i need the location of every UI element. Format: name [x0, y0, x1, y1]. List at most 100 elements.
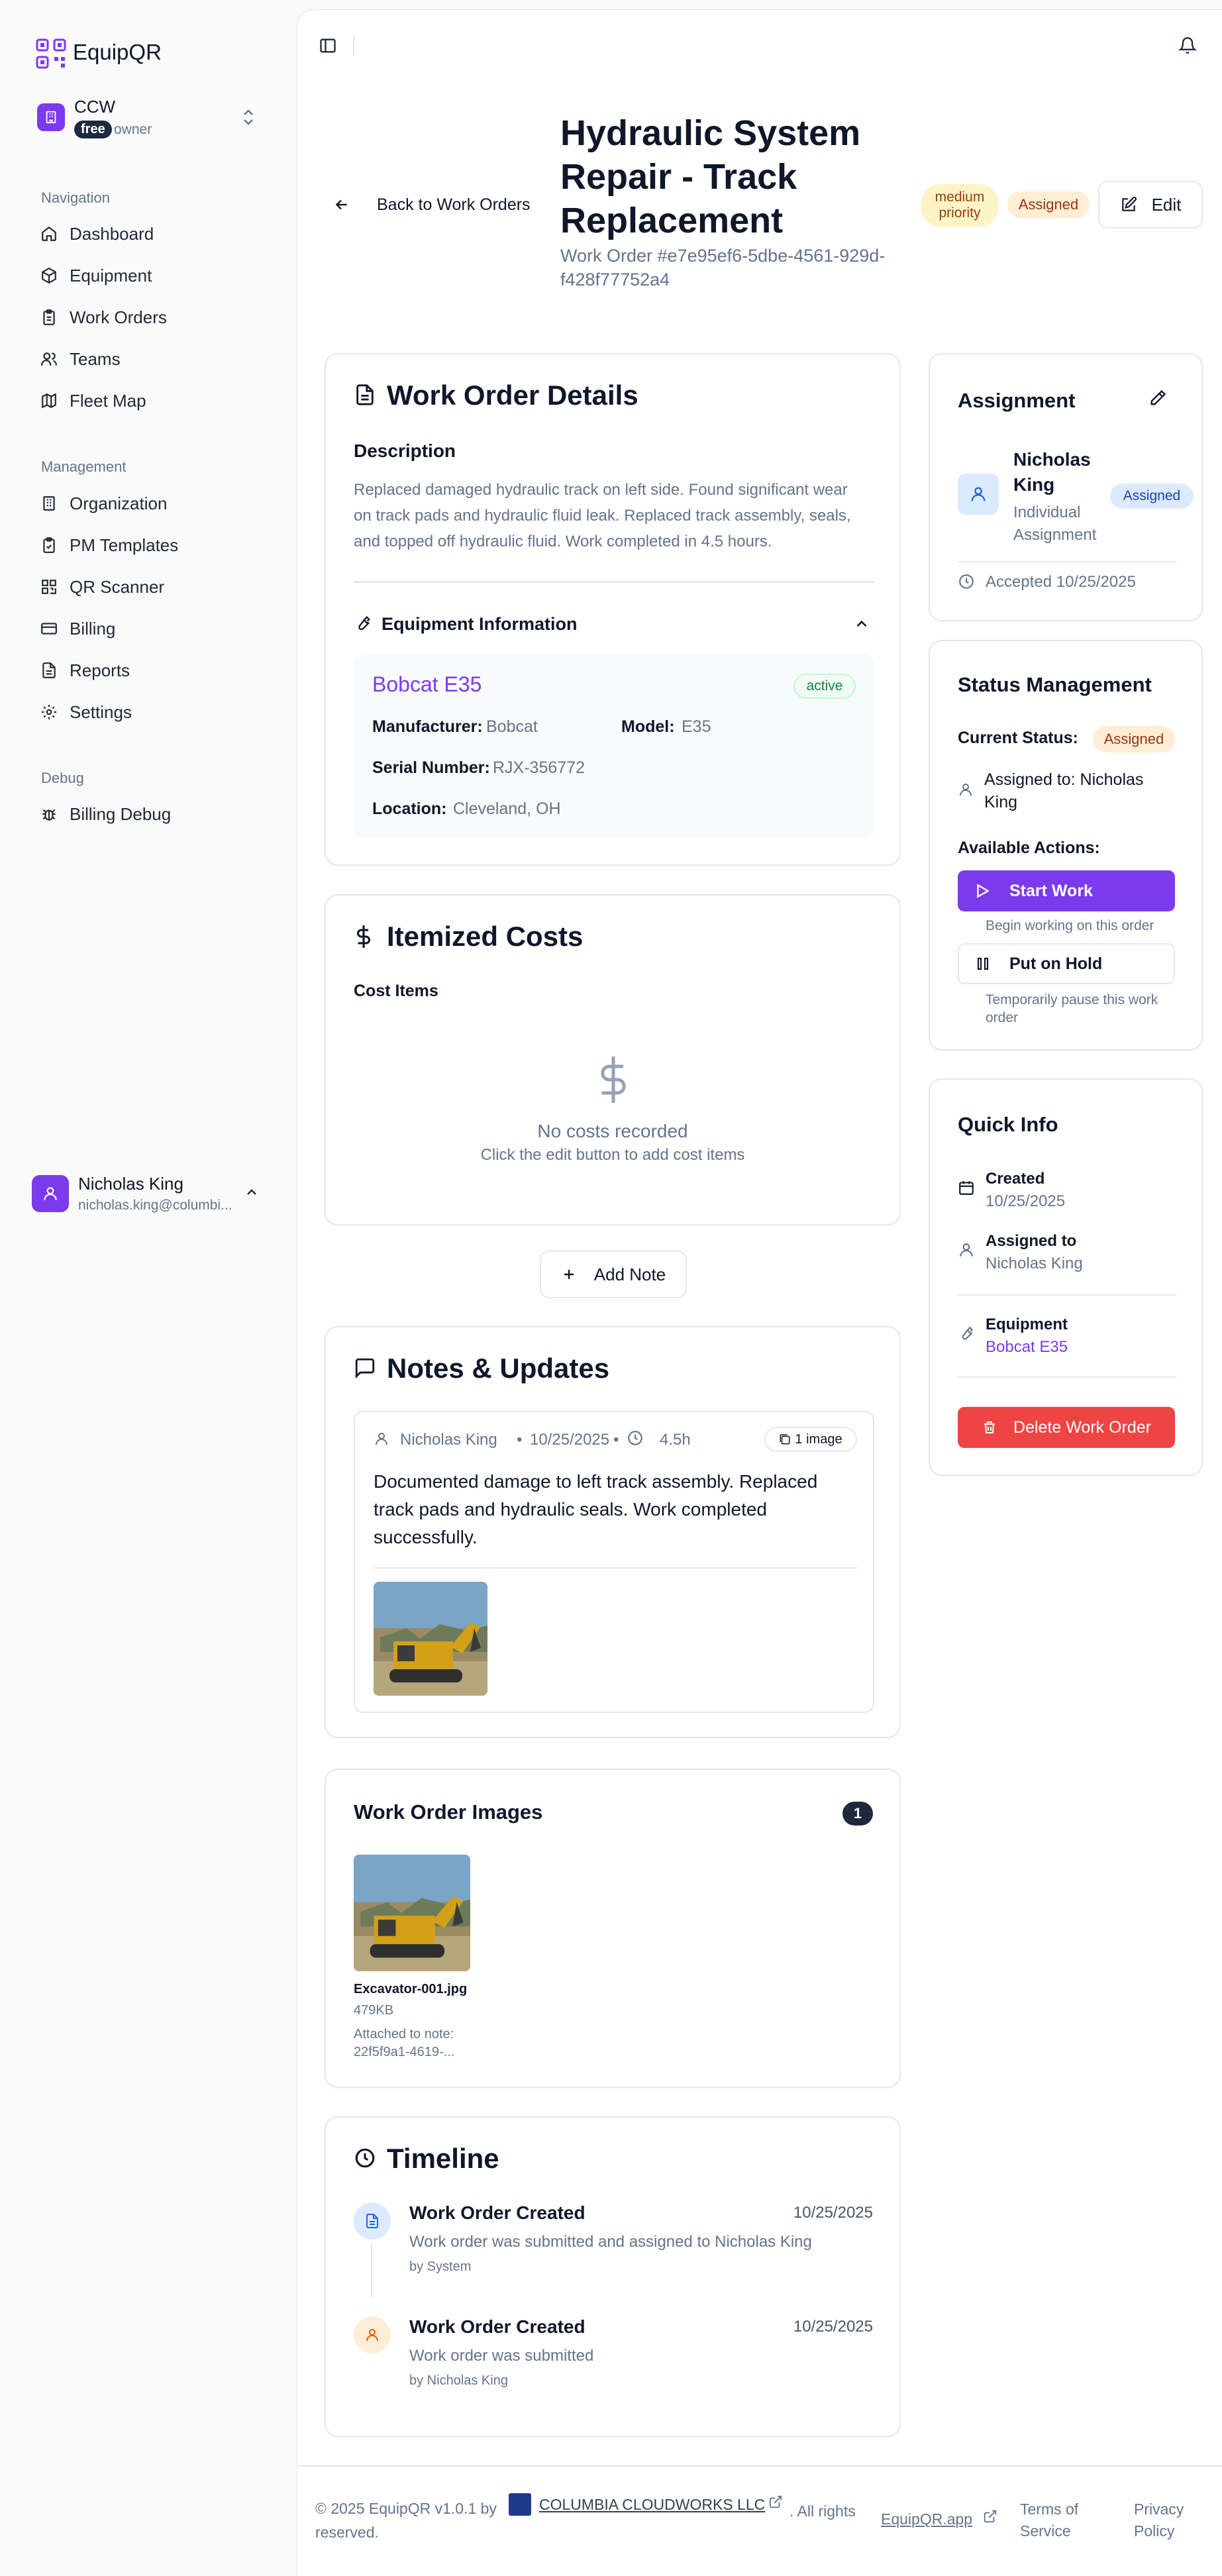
- put-on-hold-button[interactable]: Put on Hold: [958, 943, 1175, 984]
- divider: [353, 35, 354, 56]
- event-desc: Work order was submitted and assigned to…: [409, 2233, 812, 2251]
- note-image-thumbnail[interactable]: [374, 1582, 487, 1696]
- add-note-button[interactable]: Add Note: [540, 1251, 687, 1298]
- equipment-status-badge: active: [793, 674, 856, 699]
- company-link[interactable]: COLUMBIA CLOUDWORKS LLC: [539, 2496, 765, 2514]
- edit-button[interactable]: Edit: [1098, 181, 1203, 229]
- package-icon: [40, 266, 58, 285]
- status-title: Status Management: [958, 673, 1152, 696]
- images-title: Work Order Images: [354, 1800, 543, 1824]
- clipboard-check-icon: [40, 536, 58, 554]
- back-button[interactable]: Back to Work Orders: [333, 189, 531, 220]
- hint-line: order: [986, 1010, 1019, 1025]
- dollar-icon: [352, 923, 375, 950]
- type-line: Assignment: [1013, 526, 1097, 544]
- assignment-card: Assignment Nicholas King Individual Assi…: [929, 353, 1203, 621]
- page-title: Hydraulic System Repair - Track Replacem…: [560, 111, 860, 242]
- title-line: Repair - Track: [560, 157, 797, 197]
- name-line: Nicholas: [1013, 449, 1091, 470]
- privacy-line: Policy: [1134, 2522, 1175, 2540]
- assigned-value: Nicholas King: [986, 1255, 1083, 1272]
- org-building-icon: [37, 103, 65, 131]
- dot-separator: •: [517, 1431, 523, 1449]
- clock-icon: [958, 573, 975, 590]
- image-thumbnail[interactable]: [354, 1855, 470, 1971]
- costs-title: Itemized Costs: [387, 921, 584, 952]
- model-label: Model:: [621, 717, 675, 736]
- status-management-card: Status Management Current Status: Assign…: [929, 640, 1203, 1051]
- note-date: 10/25/2025: [530, 1431, 610, 1449]
- dollar-empty-icon: [593, 1053, 633, 1106]
- description-text: Replaced damaged hydraulic track on left…: [354, 477, 851, 554]
- sidebar-item-label: Settings: [70, 702, 132, 722]
- credit-card-icon: [40, 619, 58, 638]
- privacy-link[interactable]: Privacy Policy: [1134, 2499, 1184, 2542]
- image-count-badge: 1 image: [764, 1427, 857, 1452]
- wrench-icon: [354, 614, 372, 633]
- assigned-to-text: Assigned to: Nicholas King: [984, 768, 1143, 813]
- current-status-badge: Assigned: [1093, 726, 1175, 752]
- chevron-up-icon: [853, 615, 870, 633]
- nav-group-label: Management: [41, 458, 127, 475]
- itemized-costs-card: Itemized Costs Cost Items No costs recor…: [325, 894, 901, 1225]
- type-line: Individual: [1013, 503, 1081, 521]
- quick-info-title: Quick Info: [958, 1113, 1058, 1136]
- event-by: by System: [409, 2259, 472, 2274]
- sidebar-item-label: Billing Debug: [70, 804, 172, 824]
- start-work-button[interactable]: Start Work: [958, 870, 1175, 911]
- assignee-name: Nicholas King: [1013, 447, 1091, 497]
- user-icon: [374, 1431, 389, 1447]
- equipment-section-toggle[interactable]: Equipment Information: [354, 610, 874, 639]
- terms-link[interactable]: Terms of Service: [1020, 2499, 1078, 2542]
- chevron-up-icon: [244, 1184, 260, 1200]
- divider: [354, 581, 874, 583]
- bell-icon[interactable]: [1178, 36, 1197, 55]
- model-value: E35: [682, 717, 711, 736]
- footer-reserved: reserved.: [315, 2524, 379, 2541]
- sidebar-item-label: Equipment: [70, 266, 152, 285]
- delete-work-order-button[interactable]: Delete Work Order: [958, 1407, 1175, 1448]
- user-icon: [958, 782, 974, 798]
- site-link[interactable]: EquipQR.app: [881, 2510, 972, 2528]
- sidebar-toggle-icon[interactable]: [319, 36, 337, 55]
- assigned-line: Assigned to: Nicholas: [984, 770, 1144, 789]
- event-date: 10/25/2025: [793, 2204, 873, 2222]
- desc-line: on track pads and hydraulic fluid leak. …: [354, 507, 851, 525]
- terms-line: Service: [1020, 2522, 1071, 2540]
- equipment-link[interactable]: Bobcat E35: [372, 672, 482, 697]
- event-title: Work Order Created: [409, 2202, 586, 2223]
- edit-label: Edit: [1151, 194, 1182, 215]
- note-author: Nicholas King: [400, 1431, 497, 1449]
- dot-separator: •: [613, 1431, 619, 1449]
- avatar: [32, 1175, 69, 1212]
- priority-line: medium: [935, 189, 985, 205]
- note-item: Nicholas King • 10/25/2025 • 4.5h 1 imag…: [354, 1411, 874, 1713]
- pencil-icon[interactable]: [1148, 389, 1167, 407]
- name-line: King: [1013, 474, 1055, 495]
- footer-copyright: © 2025 EquipQR v1.0.1 by: [315, 2500, 497, 2517]
- assigned-line: King: [984, 793, 1018, 811]
- divider: [958, 1376, 1176, 1378]
- clipboard-icon: [40, 308, 58, 327]
- company-logo-icon: [509, 2493, 531, 2516]
- org-switcher[interactable]: CCW free owner: [34, 97, 266, 143]
- work-order-images-card: Work Order Images 1 Excavator-001.jpg 47…: [325, 1769, 901, 2088]
- user-icon: [971, 487, 986, 501]
- image-size: 479KB: [354, 2003, 394, 2018]
- attached-line: 22f5f9a1-4619-...: [354, 2045, 455, 2059]
- note-line: track pads and hydraulic seals. Work com…: [374, 1499, 767, 1520]
- timeline-title: Timeline: [387, 2143, 499, 2174]
- no-costs-text: No costs recorded: [537, 1121, 688, 1141]
- sidebar-item-label: Fleet Map: [70, 391, 146, 411]
- sidebar-item-label: Work Orders: [70, 307, 167, 327]
- wrench-icon: [958, 1325, 975, 1342]
- equipment-link[interactable]: Bobcat E35: [986, 1338, 1068, 1357]
- nav-group-label: Navigation: [41, 189, 110, 206]
- note-text: Documented damage to left track assembly…: [374, 1468, 817, 1551]
- map-icon: [40, 391, 58, 410]
- user-menu[interactable]: Nicholas King nicholas.king@columbi...: [30, 1172, 269, 1216]
- file-text-icon: [354, 384, 376, 406]
- assignee-avatar: [958, 474, 999, 515]
- desc-line: and topped off hydraulic fluid. Work com…: [354, 533, 772, 550]
- equipqr-logo-icon[interactable]: [36, 38, 66, 69]
